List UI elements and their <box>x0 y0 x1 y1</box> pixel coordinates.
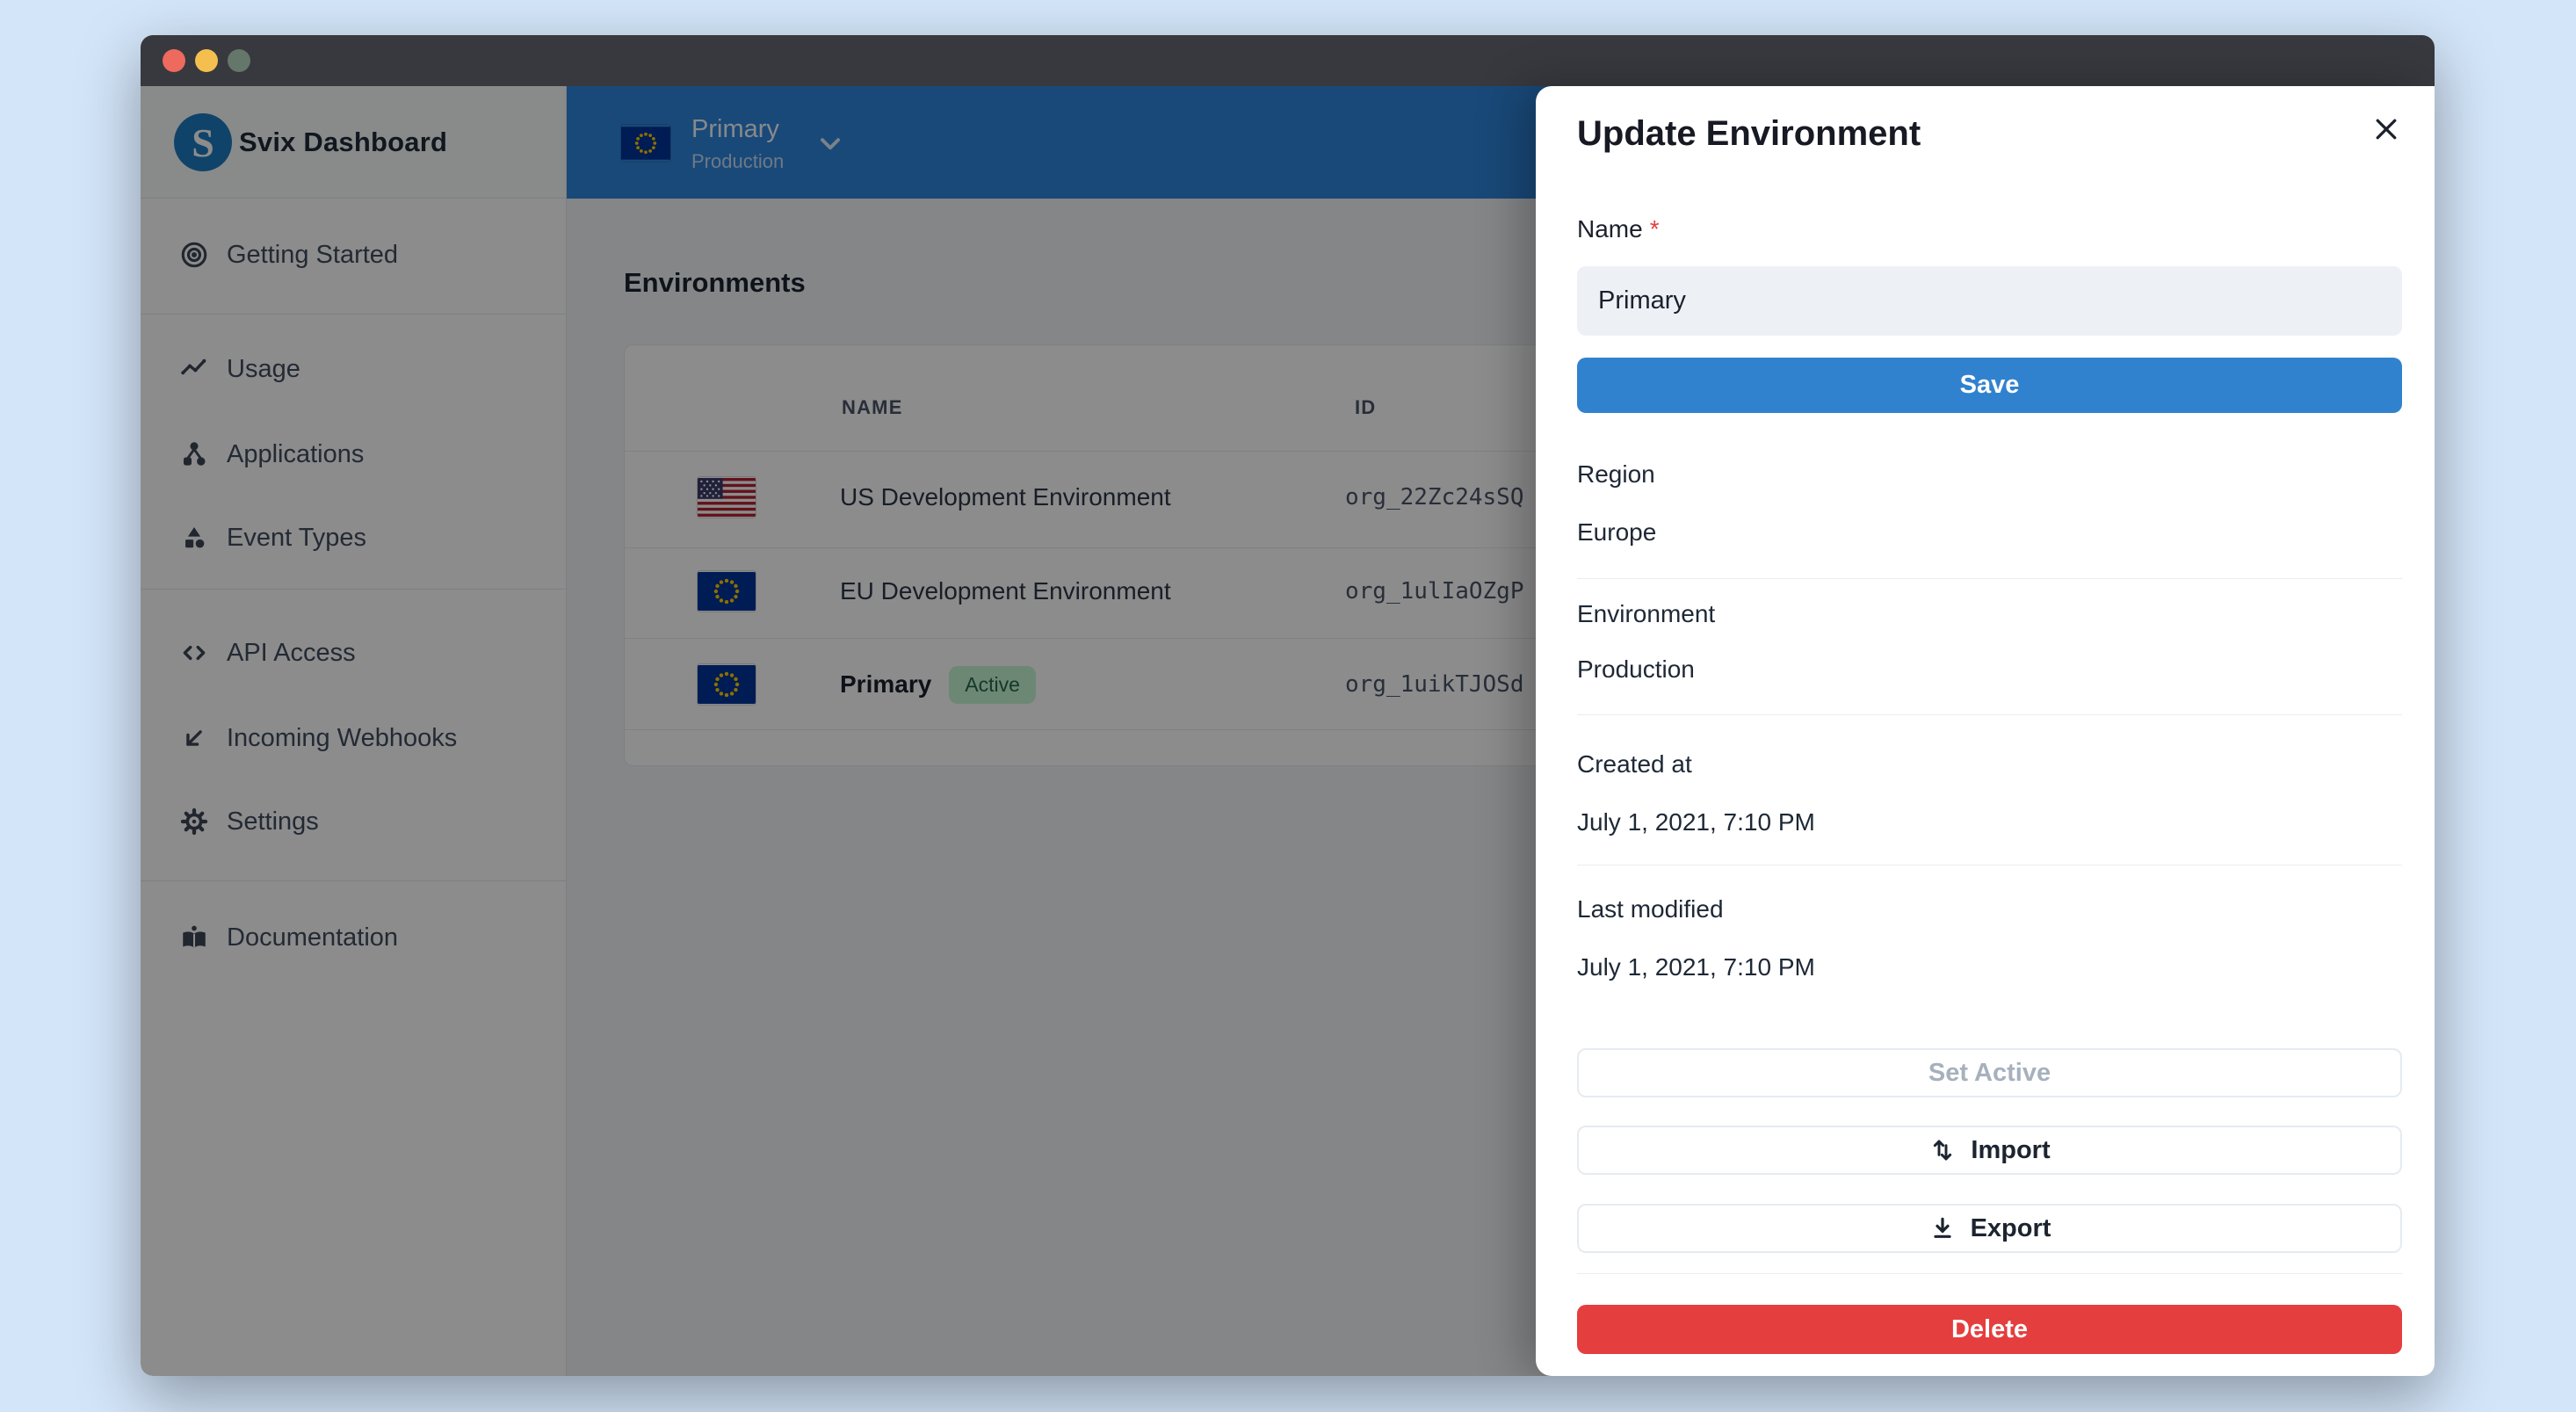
modal-divider <box>1577 1273 2402 1274</box>
modal-title: Update Environment <box>1577 114 1921 154</box>
import-icon <box>1928 1136 1957 1164</box>
modal-divider <box>1577 578 2402 579</box>
region-value: Europe <box>1577 518 1656 547</box>
export-download-icon <box>1928 1214 1957 1242</box>
required-asterisk: * <box>1650 215 1660 243</box>
update-environment-modal: Update Environment Name* Save Region Eur… <box>1536 86 2435 1376</box>
environment-label: Environment <box>1577 600 1715 628</box>
window-titlebar <box>141 35 2435 86</box>
close-icon[interactable] <box>2367 110 2406 148</box>
app-body: S Svix Dashboard Getting Started Usage <box>141 86 2435 1376</box>
import-button[interactable]: Import <box>1577 1126 2402 1175</box>
zoom-window-button[interactable] <box>228 49 250 72</box>
region-label: Region <box>1577 460 1655 489</box>
name-input[interactable] <box>1577 266 2402 336</box>
close-window-button[interactable] <box>163 49 185 72</box>
last-modified-label: Last modified <box>1577 895 1724 923</box>
last-modified-value: July 1, 2021, 7:10 PM <box>1577 953 1815 981</box>
environment-value: Production <box>1577 655 1695 684</box>
created-at-label: Created at <box>1577 750 1692 778</box>
save-button[interactable]: Save <box>1577 358 2402 413</box>
created-at-value: July 1, 2021, 7:10 PM <box>1577 808 1815 836</box>
delete-button[interactable]: Delete <box>1577 1305 2402 1354</box>
minimize-window-button[interactable] <box>195 49 218 72</box>
name-field-label: Name* <box>1577 215 1660 243</box>
set-active-button[interactable]: Set Active <box>1577 1048 2402 1097</box>
app-window: S Svix Dashboard Getting Started Usage <box>141 35 2435 1376</box>
modal-divider <box>1577 714 2402 715</box>
export-button[interactable]: Export <box>1577 1204 2402 1253</box>
